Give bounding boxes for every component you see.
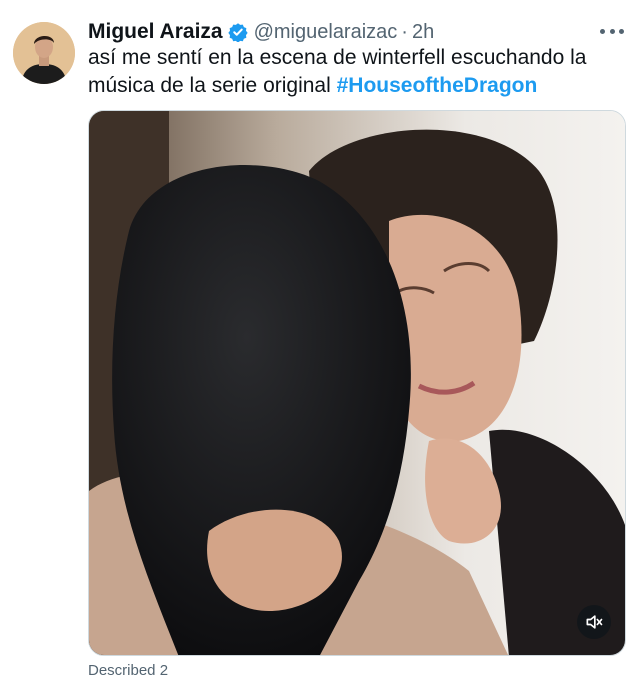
tweet-text: así me sentí en la escena de winterfell …: [88, 44, 628, 100]
tweet-card[interactable]: Miguel Araiza @miguelaraizac · 2h así me…: [0, 0, 640, 679]
author-handle[interactable]: @miguelaraizac: [254, 21, 398, 44]
separator-dot: ·: [401, 20, 408, 43]
video-frame: [89, 111, 625, 655]
tweet-footer-partial: Described 2: [88, 662, 169, 679]
video-player[interactable]: [88, 110, 626, 656]
verified-badge-icon: [227, 22, 248, 43]
timestamp[interactable]: 2h: [412, 21, 434, 44]
avatar[interactable]: [13, 22, 75, 84]
hashtag-link[interactable]: #HouseoftheDragon: [337, 74, 538, 97]
author-name[interactable]: Miguel Araiza: [88, 20, 223, 44]
more-options-icon[interactable]: [600, 20, 624, 42]
volume-muted-icon[interactable]: [577, 605, 611, 639]
